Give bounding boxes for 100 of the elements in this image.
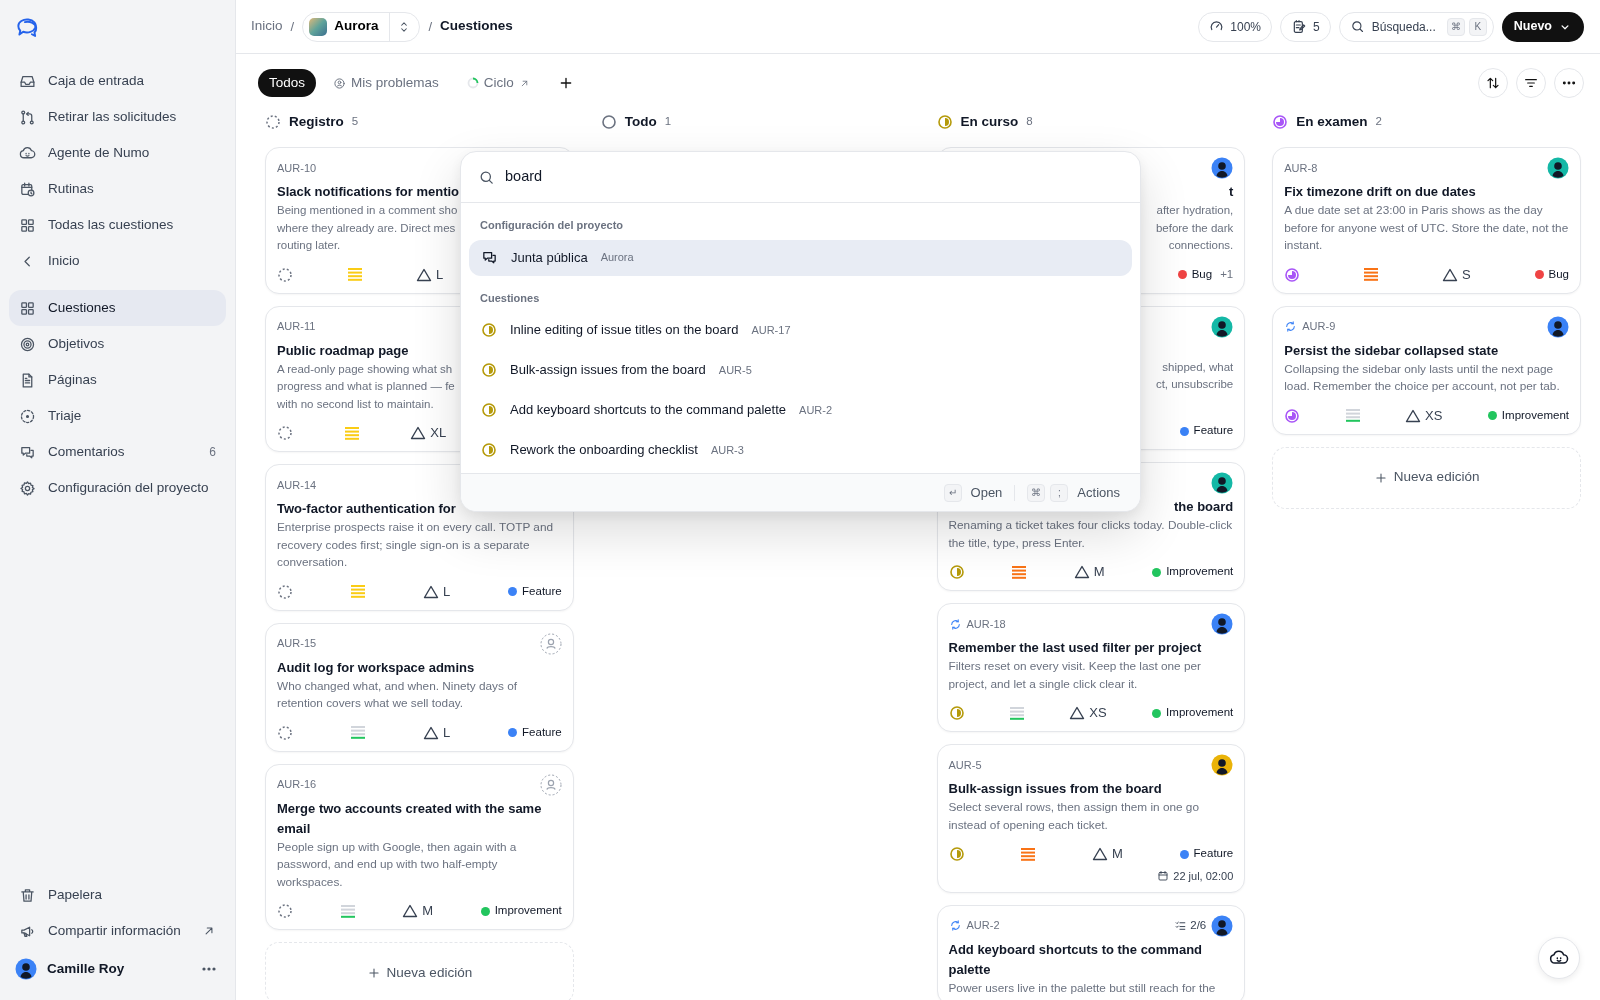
issue-card[interactable]: AUR-2 2/6 Add keyboard shortcuts to the command palette Power users live in the palette but still reach for the xyxy=(936,904,1246,1000)
size-estimate: M xyxy=(1112,845,1123,864)
issue-description: Filters reset on every visit. Keep the last one per project, and let a single click clear it. xyxy=(948,658,1202,693)
triangle-icon xyxy=(1405,407,1422,424)
calendar-icon xyxy=(1157,870,1170,883)
triangle-icon xyxy=(416,266,432,283)
issue-card[interactable]: AUR-8 Fix timezone drift on due dates A due date set at 23:00 in Paris shows as the day before for anyone west of UTC. Store the date, not the instant. S Bug xyxy=(1272,147,1581,294)
issue-title: the board xyxy=(1174,498,1234,516)
column-count: 8 xyxy=(1026,114,1033,130)
shortcut-key: K xyxy=(1468,17,1487,36)
sort-button[interactable] xyxy=(1478,68,1508,98)
issue-description: People sign up with Google, then again with a password, and end up with two half-empty workspaces. xyxy=(277,838,518,891)
view-tab[interactable]: Ciclo xyxy=(455,69,541,97)
issue-description-line: shipped, what xyxy=(1162,359,1234,375)
user-name: Camille Roy xyxy=(47,959,125,978)
issue-card[interactable]: AUR-16 Merge two accounts created with the same email People sign up with Google, then again with a password, and end up with two half-empty workspaces. M Improvement xyxy=(265,763,574,930)
triangle-icon xyxy=(1441,266,1458,283)
result-meta: AUR-5 xyxy=(718,362,752,378)
issue-card[interactable]: AUR-18 Remember the last used filter per project Filters reset on every visit. Keep the last one per project, and let a single click clear it. XS Improvement xyxy=(936,603,1246,732)
issue-id: AUR-11 xyxy=(277,319,316,335)
issue-description-line: after hydration, xyxy=(1156,203,1234,218)
sidebar-item[interactable]: Objetivos xyxy=(9,326,226,362)
issue-id: AUR-2 xyxy=(966,918,1000,934)
triangle-icon xyxy=(422,583,439,600)
label-text: Feature xyxy=(522,724,562,740)
triangle-icon xyxy=(1073,564,1090,580)
issue-card[interactable]: AUR-15 Audit log for workspace admins Who changed what, and when. Ninety days of retention covers what we sell today. L Feature xyxy=(265,622,574,752)
issue-title: Two-factor authentication for xyxy=(277,500,457,518)
sidebar-item[interactable]: Comentarios 6 xyxy=(9,434,226,470)
trash-icon xyxy=(19,886,36,904)
sidebar-item[interactable]: Cuestiones xyxy=(9,290,226,326)
sidebar-item[interactable]: Configuración del proyecto xyxy=(9,470,226,506)
label-text: Feature xyxy=(1193,846,1234,862)
sidebar-item[interactable]: Inicio xyxy=(9,243,226,279)
sidebar-item[interactable]: Triaje xyxy=(9,398,226,434)
shortcut-key: ⌘ xyxy=(1027,483,1046,502)
label-text: Bug xyxy=(1548,266,1569,282)
column-title: Todo xyxy=(624,112,657,131)
extra-label-count: +1 xyxy=(1220,266,1234,282)
label-text: Bug xyxy=(1191,266,1213,282)
filter-button[interactable] xyxy=(1516,68,1546,98)
triage-icon xyxy=(19,407,36,425)
issue-id: AUR-5 xyxy=(948,757,982,773)
sidebar-item[interactable]: Agente de Numo xyxy=(9,135,226,171)
triangle-icon xyxy=(402,903,419,919)
size-estimate: S xyxy=(1461,265,1471,284)
grid-icon xyxy=(19,216,36,234)
issue-card[interactable]: AUR-9 Persist the sidebar collapsed state Collapsing the sidebar only lasts until the next page load. Remember the choice per account, not per tab. XS Improvement xyxy=(1272,305,1581,435)
issue-description: Select several rows, then assign them in one go instead of opening each ticket. xyxy=(948,799,1200,834)
new-issue-button[interactable]: Nueva edición xyxy=(1272,446,1581,509)
issue-title: Audit log for workspace admins xyxy=(277,658,476,677)
issue-id: AUR-15 xyxy=(277,636,317,652)
user-circle-icon xyxy=(333,76,347,90)
palette-result[interactable]: Junta pública Aurora xyxy=(469,239,1132,276)
hint-label: Actions xyxy=(1077,483,1120,502)
issue-title: Slack notifications for mentio xyxy=(277,183,461,201)
search-icon xyxy=(1349,19,1365,34)
view-tab[interactable]: Todos xyxy=(258,69,317,97)
shortcut-key: ; xyxy=(1050,483,1069,502)
more-button[interactable] xyxy=(202,967,216,971)
new-button[interactable]: Nuevo xyxy=(1501,11,1584,42)
view-tab[interactable]: Mis problemas xyxy=(322,69,450,97)
issue-description-line: before the dark xyxy=(1155,220,1234,236)
breadcrumb-link[interactable]: Inicio xyxy=(251,16,283,37)
column-count: 5 xyxy=(351,114,359,130)
label-text: Feature xyxy=(1193,423,1234,439)
issue-title: Remember the last used filter per project xyxy=(948,639,1203,657)
zoom-indicator[interactable]: 100% xyxy=(1198,11,1273,42)
sidebar-item[interactable]: Rutinas xyxy=(9,171,226,207)
new-issue-button[interactable]: Nueva edición xyxy=(265,942,574,1000)
chat-button[interactable] xyxy=(1538,937,1580,979)
issue-description-line: ct, unsubscribe xyxy=(1155,377,1234,392)
issue-title: Fix timezone drift on due dates xyxy=(1284,183,1477,201)
triangle-icon xyxy=(1069,705,1086,721)
sidebar-item[interactable]: Retirar las solicitudes xyxy=(9,99,226,135)
result-meta: AUR-3 xyxy=(710,442,744,458)
sidebar-item[interactable]: Todas las cuestiones xyxy=(9,207,226,243)
hint-label: Open xyxy=(970,483,1003,502)
sidebar-item[interactable]: Páginas xyxy=(9,362,226,398)
project-selector[interactable]: Aurora xyxy=(302,11,421,42)
issue-description-line: A read-only page showing what sh xyxy=(277,361,453,377)
label-text: Improvement xyxy=(494,903,562,919)
column-title: En examen xyxy=(1296,112,1368,131)
column-title: En curso xyxy=(960,112,1019,131)
result-meta: AUR-17 xyxy=(751,322,791,338)
issue-description-line: where they already are. Direct mes xyxy=(277,220,456,236)
issue-id: AUR-18 xyxy=(966,616,1006,632)
search-button[interactable]: Búsqueda... ⌘ K xyxy=(1338,11,1494,42)
size-estimate: XS xyxy=(1425,406,1443,425)
issue-card[interactable]: AUR-5 Bulk-assign issues from the board Select several rows, then assign them in one go instead of opening each ticket. M Feature 22 jul, 02:00 xyxy=(936,744,1246,893)
notes-indicator[interactable]: 5 xyxy=(1280,11,1331,42)
triangle-icon xyxy=(1092,846,1108,862)
label-text: Improvement xyxy=(1166,564,1234,580)
size-estimate: L xyxy=(436,265,444,284)
size-estimate: XS xyxy=(1089,704,1107,723)
sidebar-item[interactable]: Papelera xyxy=(9,877,226,913)
sidebar-item[interactable]: Compartir información xyxy=(9,913,226,949)
sidebar-item[interactable]: Caja de entrada xyxy=(9,63,226,99)
issue-id: AUR-8 xyxy=(1284,160,1318,176)
breadcrumb-separator: / xyxy=(290,17,295,36)
